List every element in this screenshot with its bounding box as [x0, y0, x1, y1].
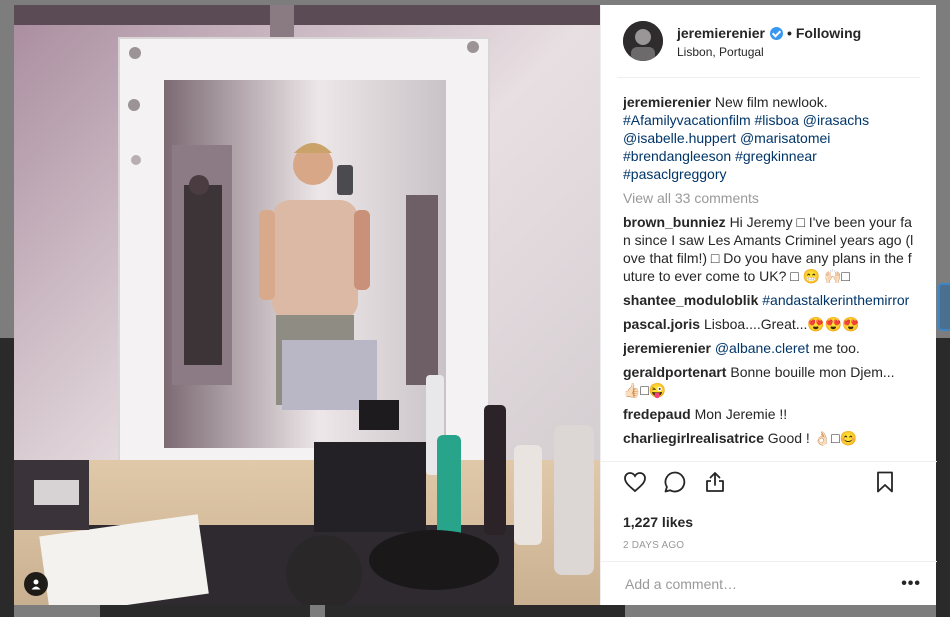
action-bar: 1,227 likes 2 DAYS AGO [601, 461, 937, 551]
background-thumbnail [325, 605, 625, 617]
more-options-button[interactable]: ••• [901, 575, 921, 593]
following-button[interactable]: Following [796, 25, 861, 41]
verified-badge-icon [769, 26, 783, 40]
post-modal: jeremierenier • Following Lisbon, Portug… [14, 5, 937, 605]
share-icon[interactable] [703, 470, 727, 494]
comment-username[interactable]: fredepaud [623, 406, 691, 422]
background-thumbnail [100, 605, 310, 617]
add-comment-bar: ••• [601, 561, 937, 605]
background-thumbnail [0, 338, 14, 617]
location-link[interactable]: Lisbon, Portugal [677, 45, 861, 59]
comment-item: charliegirlrealisatrice Good ! 👌🏻□😊 [623, 429, 915, 447]
bookmark-icon[interactable] [873, 470, 897, 494]
post-header: jeremierenier • Following Lisbon, Portug… [601, 5, 936, 77]
comment-text: Mon Jeremie !! [694, 406, 788, 422]
comment-rows: brown_bunniez Hi Jeremy □ I've been your… [623, 213, 915, 447]
post-sidebar: jeremierenier • Following Lisbon, Portug… [600, 5, 937, 605]
mirror-selfie-illustration [14, 5, 600, 605]
post-photo[interactable] [14, 5, 600, 605]
comment-text: Good ! 👌🏻□😊 [767, 430, 858, 446]
comment-item: brown_bunniez Hi Jeremy □ I've been your… [623, 213, 915, 285]
comment-item: pascal.joris Lisboa....Great...😍😍😍 [623, 315, 915, 333]
caption-text: New film newlook. [710, 94, 828, 110]
comment-text: me too. [809, 340, 860, 356]
comment-item: shantee_moduloblik #andastalkerinthemirr… [623, 291, 915, 309]
comment-item: geraldportenart Bonne bouille mon Djem..… [623, 363, 915, 399]
post-date[interactable]: 2 DAYS AGO [601, 540, 937, 551]
comment-username[interactable]: geraldportenart [623, 364, 726, 380]
next-arrow-button[interactable] [938, 283, 950, 331]
comment-item: jeremierenier @albane.cleret me too. [623, 339, 915, 357]
comments-list: jeremierenier New film newlook. #Afamilyv… [623, 93, 915, 465]
heart-icon[interactable] [623, 470, 647, 494]
user-tag-icon[interactable] [24, 572, 48, 596]
comment-item: fredepaud Mon Jeremie !! [623, 405, 915, 423]
comment-mention-link[interactable]: #andastalkerinthemirror [762, 292, 909, 308]
comment-username[interactable]: shantee_moduloblik [623, 292, 758, 308]
comment-username[interactable]: jeremierenier [623, 340, 711, 356]
avatar[interactable] [623, 21, 663, 61]
speech-bubble-icon[interactable] [663, 470, 687, 494]
caption: jeremierenier New film newlook. #Afamilyv… [623, 93, 915, 183]
add-comment-input[interactable] [623, 574, 902, 593]
comment-mention-link[interactable]: @albane.cleret [715, 340, 809, 356]
likes-count[interactable]: 1,227 likes [601, 514, 937, 530]
background-thumbnail [936, 338, 950, 617]
caption-tags[interactable]: #Afamilyvacationfilm #lisboa @irasachs @… [623, 112, 869, 182]
dot-separator: • [786, 25, 792, 41]
comment-username[interactable]: charliegirlrealisatrice [623, 430, 764, 446]
comment-username[interactable]: pascal.joris [623, 316, 700, 332]
comment-username[interactable]: brown_bunniez [623, 214, 726, 230]
view-all-comments-link[interactable]: View all 33 comments [623, 189, 915, 207]
username-link[interactable]: jeremierenier [677, 25, 765, 41]
comment-text: Lisboa....Great...😍😍😍 [703, 316, 860, 332]
caption-username[interactable]: jeremierenier [623, 94, 711, 110]
header-divider [617, 77, 920, 78]
